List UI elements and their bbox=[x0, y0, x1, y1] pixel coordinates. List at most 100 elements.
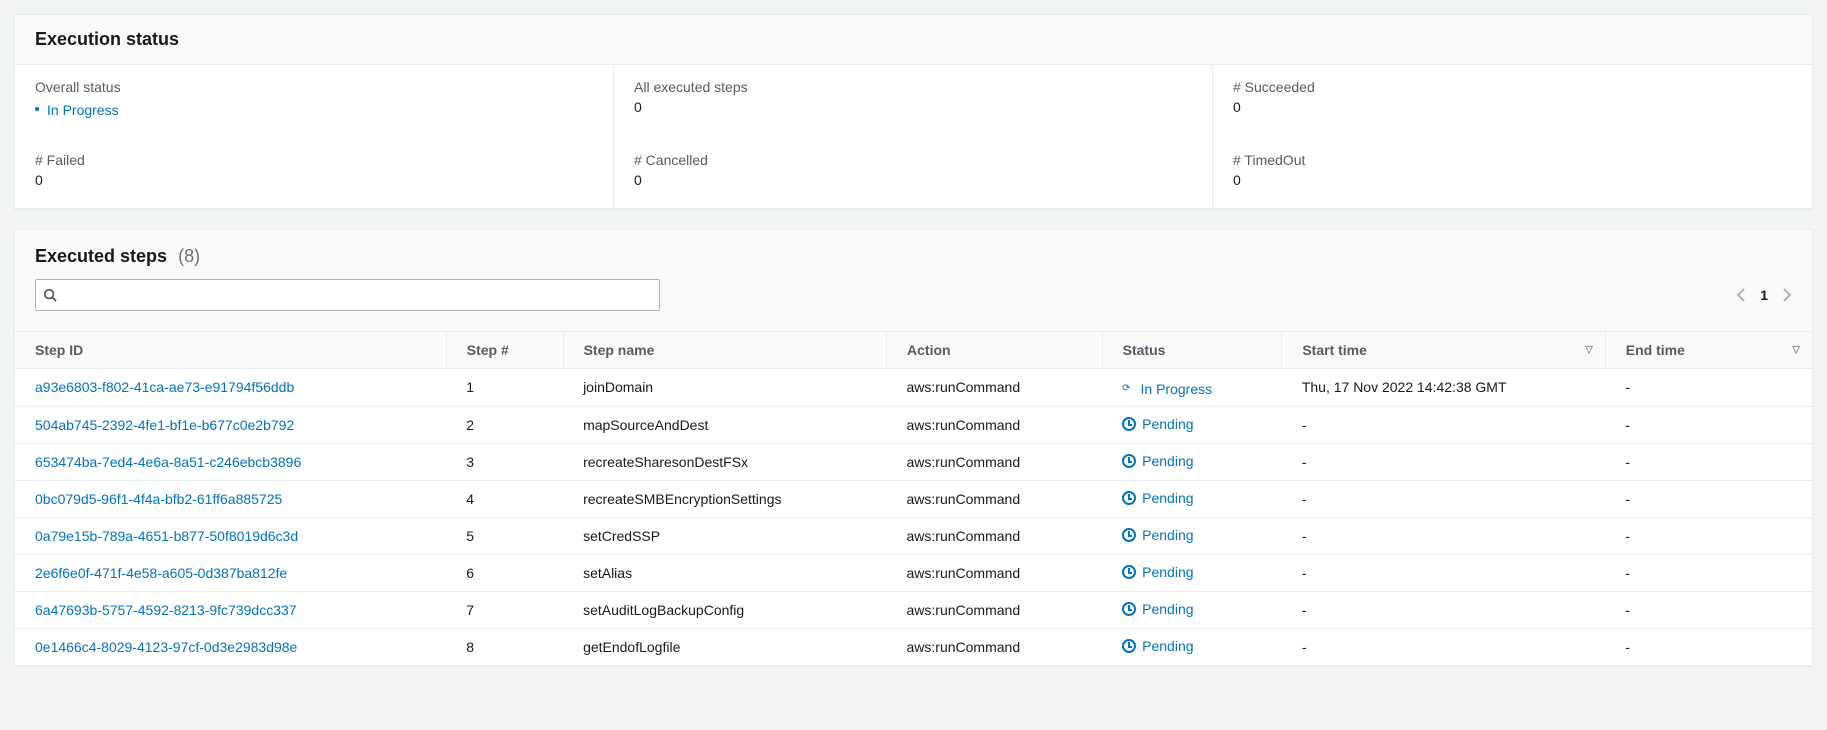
table-row: 0a79e15b-789a-4651-b877-50f8019d6c3d 5set… bbox=[15, 517, 1812, 554]
step-num-cell: 3 bbox=[446, 443, 563, 480]
step-id-link[interactable]: 0bc079d5-96f1-4f4a-bfb2-61ff6a885725 bbox=[35, 491, 282, 507]
step-id-link[interactable]: 653474ba-7ed4-4e6a-8a51-c246ebcb3896 bbox=[35, 454, 301, 470]
step-num-cell: 7 bbox=[446, 591, 563, 628]
next-page-icon[interactable] bbox=[1782, 287, 1792, 303]
status-cell: Pending bbox=[1102, 443, 1282, 480]
status-text: Pending bbox=[1142, 453, 1193, 469]
start-time-cell: - bbox=[1282, 517, 1605, 554]
start-time-cell: - bbox=[1282, 406, 1605, 443]
search-input[interactable] bbox=[35, 279, 660, 311]
all-executed-steps-value: 0 bbox=[634, 99, 1192, 115]
action-cell: aws:runCommand bbox=[887, 628, 1103, 665]
status-text: Pending bbox=[1142, 564, 1193, 580]
col-end-time[interactable]: End time▽ bbox=[1605, 332, 1812, 369]
start-time-cell: Thu, 17 Nov 2022 14:42:38 GMT bbox=[1282, 369, 1605, 407]
status-text: Pending bbox=[1142, 416, 1193, 432]
end-time-cell: - bbox=[1605, 369, 1812, 407]
steps-table: Step ID Step # Step name Action Status S… bbox=[15, 331, 1812, 665]
status-cell: Pending bbox=[1102, 517, 1282, 554]
step-name-cell: getEndofLogfile bbox=[563, 628, 886, 665]
step-name-cell: setAlias bbox=[563, 554, 886, 591]
status-text: Pending bbox=[1142, 601, 1193, 617]
cancelled-value: 0 bbox=[634, 172, 1192, 188]
step-id-link[interactable]: a93e6803-f802-41ca-ae73-e91794f56ddb bbox=[35, 379, 294, 395]
table-row: 6a47693b-5757-4592-8213-9fc739dcc3377set… bbox=[15, 591, 1812, 628]
step-id-link[interactable]: 0a79e15b-789a-4651-b877-50f8019d6c3d bbox=[35, 528, 298, 544]
status-cell: Pending bbox=[1102, 480, 1282, 517]
overall-status-value: In Progress bbox=[35, 102, 119, 118]
step-name-cell: setCredSSP bbox=[563, 517, 886, 554]
action-cell: aws:runCommand bbox=[887, 517, 1103, 554]
succeeded-label: # Succeeded bbox=[1233, 79, 1792, 95]
end-time-cell: - bbox=[1605, 406, 1812, 443]
col-status[interactable]: Status bbox=[1102, 332, 1282, 369]
step-name-cell: mapSourceAndDest bbox=[563, 406, 886, 443]
step-id-link[interactable]: 0e1466c4-8029-4123-97cf-0d3e2983d98e bbox=[35, 639, 297, 655]
page-number: 1 bbox=[1760, 287, 1768, 303]
all-executed-steps-label: All executed steps bbox=[634, 79, 1192, 95]
start-time-cell: - bbox=[1282, 443, 1605, 480]
pagination: 1 bbox=[1736, 287, 1792, 303]
status-text: Pending bbox=[1142, 490, 1193, 506]
step-id-link[interactable]: 6a47693b-5757-4592-8213-9fc739dcc337 bbox=[35, 602, 297, 618]
step-num-cell: 1 bbox=[446, 369, 563, 407]
pending-icon bbox=[1122, 565, 1136, 579]
step-id-link[interactable]: 2e6f6e0f-471f-4e58-a605-0d387ba812fe bbox=[35, 565, 287, 581]
end-time-cell: - bbox=[1605, 480, 1812, 517]
status-cell: Pending bbox=[1102, 554, 1282, 591]
pending-icon bbox=[1122, 639, 1136, 653]
col-step-id[interactable]: Step ID bbox=[15, 332, 446, 369]
col-step-num[interactable]: Step # bbox=[446, 332, 563, 369]
status-cell: Pending bbox=[1102, 406, 1282, 443]
pending-icon bbox=[1122, 528, 1136, 542]
pending-icon bbox=[1122, 602, 1136, 616]
executed-steps-count: (8) bbox=[178, 246, 200, 266]
search-icon bbox=[43, 288, 57, 302]
step-name-cell: recreateSharesonDestFSx bbox=[563, 443, 886, 480]
in-progress-icon: ⟳ bbox=[1122, 383, 1130, 394]
step-num-cell: 2 bbox=[446, 406, 563, 443]
step-name-cell: recreateSMBEncryptionSettings bbox=[563, 480, 886, 517]
step-id-link[interactable]: 504ab745-2392-4fe1-bf1e-b677c0e2b792 bbox=[35, 417, 294, 433]
table-row: 504ab745-2392-4fe1-bf1e-b677c0e2b792 2map… bbox=[15, 406, 1812, 443]
action-cell: aws:runCommand bbox=[887, 480, 1103, 517]
action-cell: aws:runCommand bbox=[887, 554, 1103, 591]
end-time-cell: - bbox=[1605, 554, 1812, 591]
start-time-cell: - bbox=[1282, 628, 1605, 665]
execution-status-panel: Execution status Overall status In Progr… bbox=[14, 14, 1813, 209]
failed-value: 0 bbox=[35, 172, 593, 188]
table-row: 0e1466c4-8029-4123-97cf-0d3e2983d98e 8get… bbox=[15, 628, 1812, 665]
table-row: 653474ba-7ed4-4e6a-8a51-c246ebcb3896 3rec… bbox=[15, 443, 1812, 480]
overall-status-label: Overall status bbox=[35, 79, 593, 95]
end-time-cell: - bbox=[1605, 517, 1812, 554]
pending-icon bbox=[1122, 417, 1136, 431]
status-cell: Pending bbox=[1102, 591, 1282, 628]
timedout-value: 0 bbox=[1233, 172, 1792, 188]
col-step-name[interactable]: Step name bbox=[563, 332, 886, 369]
status-text: Pending bbox=[1142, 527, 1193, 543]
failed-label: # Failed bbox=[35, 152, 593, 168]
action-cell: aws:runCommand bbox=[887, 591, 1103, 628]
status-cell: Pending bbox=[1102, 628, 1282, 665]
status-cell: ⟳ In Progress bbox=[1102, 369, 1282, 407]
end-time-cell: - bbox=[1605, 591, 1812, 628]
table-row: 2e6f6e0f-471f-4e58-a605-0d387ba812fe6set… bbox=[15, 554, 1812, 591]
spinner-icon bbox=[35, 107, 39, 111]
status-text: Pending bbox=[1142, 638, 1193, 654]
end-time-cell: - bbox=[1605, 443, 1812, 480]
end-time-cell: - bbox=[1605, 628, 1812, 665]
timedout-label: # TimedOut bbox=[1233, 152, 1792, 168]
start-time-cell: - bbox=[1282, 554, 1605, 591]
execution-status-title: Execution status bbox=[35, 29, 1792, 50]
pending-icon bbox=[1122, 454, 1136, 468]
executed-steps-panel: Executed steps (8) 1 Step ID Step # Step… bbox=[14, 229, 1813, 666]
step-num-cell: 5 bbox=[446, 517, 563, 554]
status-text: In Progress bbox=[1141, 381, 1213, 397]
action-cell: aws:runCommand bbox=[887, 406, 1103, 443]
table-row: 0bc079d5-96f1-4f4a-bfb2-61ff6a8857254rec… bbox=[15, 480, 1812, 517]
executed-steps-title: Executed steps (8) bbox=[35, 246, 1792, 267]
step-num-cell: 8 bbox=[446, 628, 563, 665]
prev-page-icon[interactable] bbox=[1736, 287, 1746, 303]
col-action[interactable]: Action bbox=[887, 332, 1103, 369]
col-start-time[interactable]: Start time▽ bbox=[1282, 332, 1605, 369]
